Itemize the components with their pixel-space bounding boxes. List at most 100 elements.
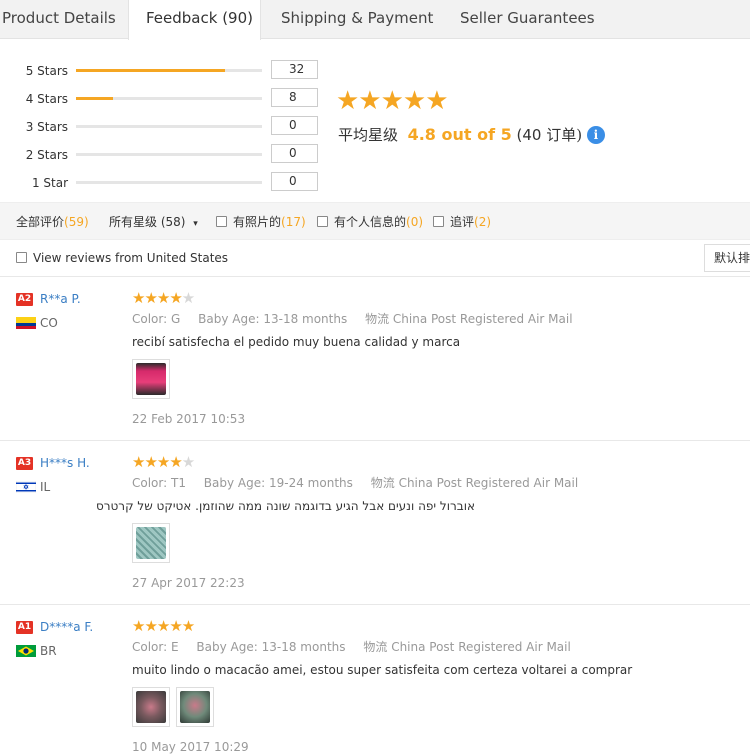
filter-photos-count: (17) <box>281 215 306 229</box>
tab-product-details[interactable]: Product Details <box>2 0 116 39</box>
order-count-label: 订单) <box>546 126 583 144</box>
review-photo <box>136 363 166 395</box>
rating-row-4[interactable]: 4 Stars 8 <box>0 88 330 111</box>
review-attributes: Color: E Baby Age: 13-18 months 物流 China… <box>132 639 571 655</box>
checkbox-icon[interactable] <box>317 216 328 227</box>
sort-button[interactable]: 默认排序 <box>704 244 750 272</box>
star-filled-icon: ★★★★ <box>132 289 183 307</box>
rating-bar-fill <box>76 69 225 72</box>
review-photo-thumbnail[interactable] <box>132 687 170 727</box>
rating-row-5[interactable]: 5 Stars 32 <box>0 60 330 83</box>
rating-label: 1 Star <box>31 176 68 190</box>
review-photo-thumbnail[interactable] <box>132 523 170 563</box>
tab-shipping-payment[interactable]: Shipping & Payment <box>281 0 433 39</box>
reviewer-name[interactable]: D****a F. <box>40 619 93 635</box>
average-rating-text: 平均星级 4.8 out of 5 (40 订单) i <box>338 124 605 145</box>
star-filled-icon: ★★★★★ <box>132 617 195 635</box>
filter-with-photos[interactable]: 有照片的(17) <box>216 214 306 230</box>
filter-personal-info[interactable]: 有个人信息的(0) <box>317 214 423 230</box>
rating-bar <box>76 153 262 156</box>
star-filled-icon: ★★★★ <box>132 453 183 471</box>
review-date: 10 May 2017 10:29 <box>132 740 249 754</box>
star-empty-icon: ★ <box>181 453 195 471</box>
average-star-rating: ★★★★★ <box>336 86 449 116</box>
review-photo-thumbnail[interactable] <box>176 687 214 727</box>
review-stars: ★★★★★ <box>132 453 195 471</box>
rating-count: 32 <box>271 60 318 79</box>
rating-bar-fill <box>76 97 114 100</box>
color-key: Color: <box>132 312 168 326</box>
review-date: 22 Feb 2017 10:53 <box>132 412 246 426</box>
checkbox-icon[interactable] <box>433 216 444 227</box>
star-empty-icon: ★ <box>181 289 195 307</box>
rating-row-3[interactable]: 3 Stars 0 <box>0 116 330 139</box>
reviewer-name[interactable]: R**a P. <box>40 291 81 307</box>
review-date: 27 Apr 2017 22:23 <box>132 576 245 590</box>
rating-count: 0 <box>271 116 318 135</box>
filter-followup-count: (2) <box>474 215 492 229</box>
us-reviews-filter[interactable]: View reviews from United States <box>16 250 228 266</box>
tab-bar: Product Details Feedback (90) Shipping &… <box>0 0 750 40</box>
filter-personal-label: 有个人信息的 <box>334 215 407 229</box>
rating-row-2[interactable]: 2 Stars 0 <box>0 144 330 167</box>
shipping-value: China Post Registered Air Mail <box>391 640 571 654</box>
checkbox-icon[interactable] <box>16 252 27 263</box>
average-rating-score: 4.8 out of 5 <box>407 125 512 144</box>
age-value: 13-18 months <box>261 640 346 654</box>
us-reviews-label: View reviews from United States <box>33 251 229 265</box>
review-stars: ★★★★★ <box>132 289 195 307</box>
reviewer-country: IL <box>40 480 51 494</box>
review-photo-thumbnail[interactable] <box>132 359 170 399</box>
review-stars: ★★★★★ <box>132 617 195 635</box>
colombia-flag-icon <box>16 317 36 329</box>
rating-bar <box>76 125 262 128</box>
age-key: Baby Age: <box>198 312 260 326</box>
tab-feedback[interactable]: Feedback (90) <box>128 0 261 40</box>
rating-label: 2 Stars <box>25 148 68 162</box>
rating-bar <box>76 97 262 100</box>
shipping-value: China Post Registered Air Mail <box>398 476 579 490</box>
shipping-value: China Post Registered Air Mail <box>392 312 573 326</box>
review-text: recibí satisfecha el pedido muy buena ca… <box>132 335 461 349</box>
review-photo <box>136 527 166 559</box>
filter-all-label: 全部评价 <box>16 215 65 229</box>
buyer-level-badge: A3 <box>16 457 33 470</box>
reviewer-country: CO <box>40 316 58 330</box>
review-item: A1 D****a F. BR ★★★★★ Color: E Baby Age:… <box>0 604 750 755</box>
checkbox-icon[interactable] <box>216 216 227 227</box>
filter-followup-label: 追评 <box>450 215 475 229</box>
info-icon[interactable]: i <box>586 126 605 144</box>
review-photo <box>136 691 166 723</box>
age-value: 19-24 months <box>269 476 353 490</box>
average-rating-prefix: 平均星级 <box>338 126 399 144</box>
color-key: Color: <box>132 476 168 490</box>
tab-seller-guarantees[interactable]: Seller Guarantees <box>460 0 595 39</box>
review-item: A3 H***s H. IL ★★★★★ Color: T1 Baby Age:… <box>0 440 750 604</box>
buyer-level-badge: A1 <box>16 621 33 634</box>
rating-row-1[interactable]: 1 Star 0 <box>0 172 330 195</box>
rating-count: 8 <box>271 88 318 107</box>
color-value: T1 <box>171 476 186 490</box>
age-key: Baby Age: <box>203 476 266 490</box>
rating-count: 0 <box>271 144 318 163</box>
reviewer-name[interactable]: H***s H. <box>40 455 90 471</box>
review-attributes: Color: T1 Baby Age: 19-24 months 物流 Chin… <box>132 475 578 491</box>
chevron-down-icon: ▾ <box>193 219 198 229</box>
shipping-key: 物流 <box>365 312 390 326</box>
rating-label: 4 Stars <box>25 92 68 106</box>
filter-stars-select[interactable]: 所有星级 (58) ▾ <box>109 214 198 232</box>
brazil-flag-icon <box>16 645 36 657</box>
filter-personal-count: (0) <box>406 215 424 229</box>
filter-all-count: (59) <box>64 215 89 229</box>
rating-label: 5 Stars <box>25 64 68 78</box>
rating-bar <box>76 181 262 184</box>
reviewer-country: BR <box>40 644 57 658</box>
rating-bar <box>76 69 262 72</box>
rating-label: 3 Stars <box>25 120 68 134</box>
shipping-key: 物流 <box>370 476 395 490</box>
review-text: muito lindo o macacão amei, estou super … <box>132 663 633 677</box>
review-item: A2 R**a P. CO ★★★★★ Color: G Baby Age: 1… <box>0 276 750 440</box>
filter-all-reviews[interactable]: 全部评价(59) <box>16 214 89 230</box>
review-photo <box>180 691 210 723</box>
filter-followup[interactable]: 追评(2) <box>433 214 491 230</box>
